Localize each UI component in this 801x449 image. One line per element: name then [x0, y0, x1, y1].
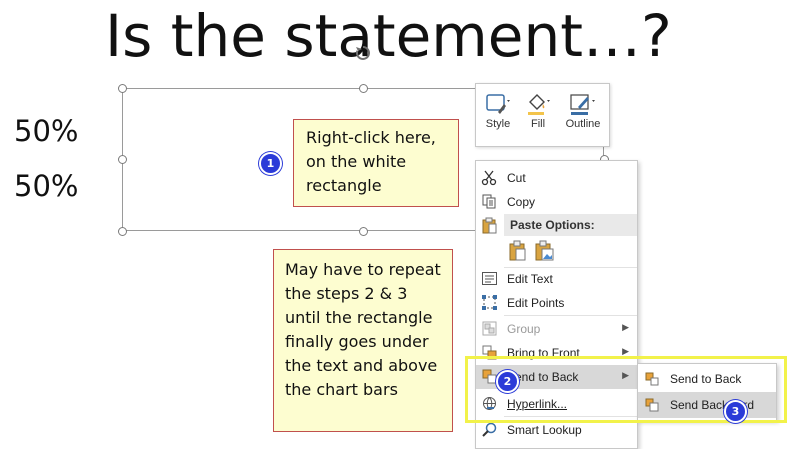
resize-handle-top-left[interactable]: [118, 84, 127, 93]
slide-title: Is the statement…?: [105, 2, 672, 70]
paste-options-header: Paste Options:: [504, 214, 637, 236]
menu-item-label: Edit Points: [507, 296, 565, 310]
chevron-right-icon: ▶: [622, 322, 629, 332]
step-badge-2: 2: [496, 370, 519, 393]
menu-separator: [504, 315, 637, 316]
outline-button[interactable]: Outline: [560, 90, 606, 130]
fill-label: Fill: [530, 118, 546, 130]
instruction-note-1: Right-click here, on the white rectangle: [293, 119, 459, 207]
paste-picture-icon[interactable]: [534, 240, 556, 262]
resize-handle-left[interactable]: [118, 155, 127, 164]
menu-item-copy[interactable]: Copy: [476, 190, 637, 214]
percent-label-2: 50%: [14, 169, 79, 203]
instruction-note-2: May have to repeat the steps 2 & 3 until…: [273, 249, 453, 432]
copy-icon: [481, 193, 498, 210]
mini-toolbar: Style Fill Outline: [475, 83, 610, 147]
percent-label-1: 50%: [14, 114, 79, 148]
clipboard-icon: [481, 217, 498, 234]
paint-bucket-icon: [518, 90, 558, 118]
shape-style-icon: [478, 90, 518, 118]
rotate-handle-icon[interactable]: [355, 45, 371, 61]
fill-button[interactable]: Fill: [518, 90, 558, 130]
menu-item-cut[interactable]: Cut: [476, 166, 637, 190]
shape-outline-icon: [560, 90, 606, 118]
style-button[interactable]: Style: [478, 90, 518, 130]
menu-item-edit-text[interactable]: Edit Text: [476, 267, 637, 291]
scissors-icon: [481, 169, 498, 186]
menu-item-group[interactable]: Group ▶: [476, 317, 637, 341]
style-label: Style: [485, 118, 511, 130]
step-badge-1: 1: [259, 152, 282, 175]
resize-handle-top[interactable]: [359, 84, 368, 93]
resize-handle-bottom-left[interactable]: [118, 227, 127, 236]
resize-handle-bottom[interactable]: [359, 227, 368, 236]
group-icon: [481, 320, 498, 337]
menu-item-label: Copy: [507, 195, 536, 209]
step-badge-3: 3: [724, 400, 747, 423]
menu-item-label: Group: [507, 322, 541, 336]
paste-keep-format-icon[interactable]: [508, 240, 528, 262]
menu-item-edit-points[interactable]: Edit Points: [476, 291, 637, 315]
paste-options-label: Paste Options:: [510, 218, 595, 232]
menu-item-label: Cut: [507, 171, 526, 185]
edit-points-icon: [481, 294, 498, 311]
edit-text-icon: [481, 270, 498, 287]
menu-item-label: Edit Text: [507, 272, 553, 286]
outline-label: Outline: [565, 118, 601, 130]
search-icon: [481, 421, 498, 438]
menu-item-label: Smart Lookup: [507, 423, 582, 437]
